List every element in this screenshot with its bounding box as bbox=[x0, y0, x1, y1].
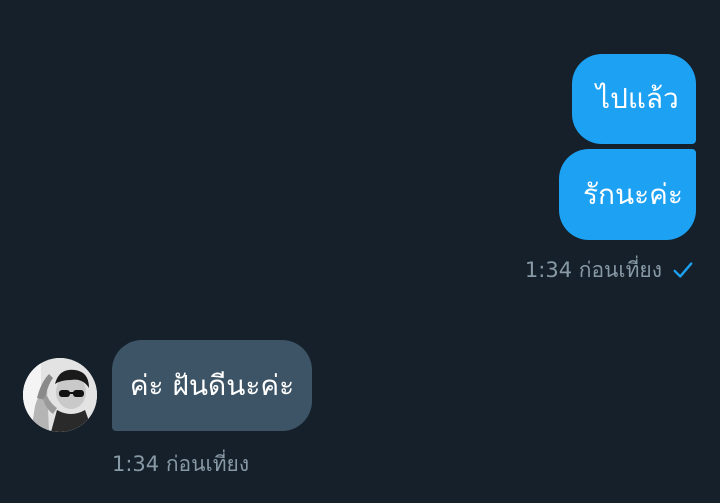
message-text: รักนะค่ะ bbox=[583, 177, 683, 211]
checkmark-icon bbox=[673, 262, 693, 278]
message-timestamp: 1:34 ก่อนเที่ยง bbox=[112, 451, 250, 476]
outgoing-message-bubble[interactable]: ไปแล้ว bbox=[572, 54, 696, 144]
incoming-message-bubble[interactable]: ค่ะ ฝันดีนะค่ะ bbox=[112, 340, 312, 431]
outgoing-message-bubble[interactable]: รักนะค่ะ bbox=[559, 149, 696, 240]
avatar[interactable] bbox=[23, 358, 97, 432]
message-timestamp: 1:34 ก่อนเที่ยง bbox=[524, 257, 662, 282]
outgoing-message-meta: 1:34 ก่อนเที่ยง bbox=[525, 256, 694, 284]
incoming-message-meta: 1:34 ก่อนเที่ยง bbox=[112, 450, 249, 478]
avatar-image bbox=[23, 358, 97, 432]
message-text: ไปแล้ว bbox=[596, 82, 679, 115]
message-text: ค่ะ ฝันดีนะค่ะ bbox=[129, 368, 295, 402]
